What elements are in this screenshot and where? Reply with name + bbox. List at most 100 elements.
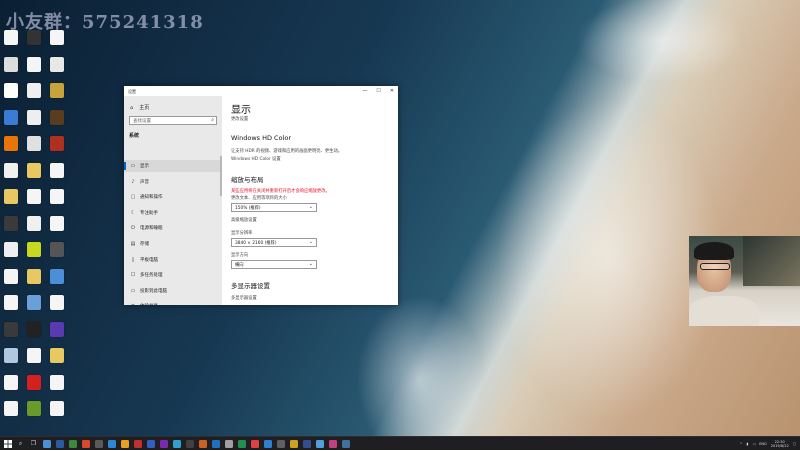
desktop-icon[interactable]	[0, 136, 22, 152]
taskbar-app-icon[interactable]	[107, 439, 116, 448]
desktop-icon[interactable]	[0, 295, 22, 311]
desktop-icon[interactable]	[23, 56, 45, 73]
taskbar-app-icon[interactable]	[68, 439, 77, 448]
notification-icon[interactable]: ▢	[793, 442, 796, 446]
desktop-icon[interactable]	[46, 295, 68, 311]
taskbar-app-icon[interactable]	[276, 439, 285, 448]
taskbar-app-icon[interactable]	[133, 439, 142, 448]
search-icon[interactable]: ⌕	[211, 117, 214, 123]
desktop-icon[interactable]	[23, 242, 45, 258]
nav-item[interactable]: ✕体验共享	[124, 300, 222, 305]
desktop-icon[interactable]	[23, 30, 45, 46]
desktop-icon[interactable]	[23, 321, 45, 338]
taskbar-app-icon[interactable]	[224, 439, 233, 448]
clock[interactable]: 22:30 2019/8/22	[771, 440, 789, 449]
desktop-icon[interactable]	[0, 189, 22, 205]
desktop-icon[interactable]	[46, 321, 68, 338]
orientation-dropdown[interactable]: 横向 ⌄	[231, 260, 317, 269]
desktop-icon[interactable]	[0, 242, 22, 258]
desktop-icon[interactable]	[46, 109, 68, 126]
close-icon[interactable]: ✕	[390, 88, 394, 94]
nav-item[interactable]: ▢ 通知和操作	[124, 191, 222, 203]
taskbar-app-icon[interactable]	[159, 439, 168, 448]
taskbar-app-icon[interactable]	[55, 439, 64, 448]
taskbar-app-icon[interactable]	[211, 439, 220, 448]
desktop-icon[interactable]	[0, 162, 22, 179]
nav-item[interactable]: ⏻ 电源和睡眠	[124, 222, 222, 234]
desktop-icon[interactable]	[46, 162, 68, 179]
resolution-dropdown[interactable]: 3840 × 2160 (推荐) ⌄	[231, 238, 317, 247]
desktop-icon[interactable]	[23, 401, 45, 417]
nav-item[interactable]: ▭ 投影到此电脑	[124, 285, 222, 297]
taskbar-app-icon[interactable]	[302, 439, 311, 448]
desktop-icon[interactable]	[46, 215, 68, 232]
nav-item[interactable]: ▤ 存储	[124, 238, 222, 250]
desktop-icon[interactable]	[46, 268, 68, 285]
nav-item[interactable]: ▭ 显示	[124, 160, 222, 172]
minimize-icon[interactable]: —	[362, 88, 367, 94]
desktop-icon[interactable]	[23, 348, 45, 364]
taskbar-app-icon[interactable]	[341, 439, 350, 448]
taskbar-app-icon[interactable]	[237, 439, 246, 448]
multi-display-link[interactable]: 多显示器设置	[231, 295, 257, 301]
desktop-icon[interactable]	[46, 189, 68, 205]
maximize-icon[interactable]: ☐	[376, 88, 380, 94]
nav-item[interactable]: ☐ 多任务处理	[124, 269, 222, 281]
search-icon[interactable]: ⌕	[16, 439, 26, 449]
task-view-icon[interactable]: ❐	[29, 439, 39, 449]
desktop-icon[interactable]	[0, 56, 22, 73]
desktop-icon[interactable]	[46, 374, 68, 391]
desktop-icon[interactable]	[23, 189, 45, 205]
desktop-icon[interactable]	[23, 83, 45, 99]
desktop-icon[interactable]	[46, 30, 68, 46]
desktop-icon[interactable]	[0, 348, 22, 364]
desktop-icon[interactable]	[46, 242, 68, 258]
change-settings-link[interactable]: 更改设置	[231, 116, 248, 122]
desktop-icon[interactable]	[0, 321, 22, 338]
desktop-icon[interactable]	[23, 215, 45, 232]
settings-search-input[interactable]: 查找设置 ⌕	[129, 116, 217, 125]
start-button[interactable]	[2, 437, 14, 451]
desktop-icon[interactable]	[46, 136, 68, 152]
desktop-icon[interactable]	[46, 401, 68, 417]
taskbar-app-icon[interactable]	[94, 439, 103, 448]
desktop-icon[interactable]	[0, 374, 22, 391]
desktop-icon[interactable]	[0, 109, 22, 126]
taskbar-app-icon[interactable]	[120, 439, 129, 448]
desktop-icon[interactable]	[46, 83, 68, 99]
scale-dropdown[interactable]: 150% (推荐) ⌄	[231, 203, 317, 212]
desktop-icon[interactable]	[0, 401, 22, 417]
taskbar-app-icon[interactable]	[42, 439, 51, 448]
taskbar-app-icon[interactable]	[263, 439, 272, 448]
chevron-up-icon[interactable]: ^	[740, 442, 743, 446]
taskbar-app-icon[interactable]	[146, 439, 155, 448]
desktop-icon[interactable]	[0, 30, 22, 46]
network-icon[interactable]: ▮	[747, 442, 749, 446]
taskbar-app-icon[interactable]	[250, 439, 259, 448]
taskbar-app-icon[interactable]	[328, 439, 337, 448]
desktop-icon[interactable]	[23, 162, 45, 179]
taskbar-app-icon[interactable]	[81, 439, 90, 448]
desktop-icon[interactable]	[0, 215, 22, 232]
desktop-icon[interactable]	[23, 136, 45, 152]
nav-item[interactable]: ▯ 平板电脑	[124, 254, 222, 266]
desktop-icon[interactable]	[0, 268, 22, 285]
taskbar-app-icon[interactable]	[172, 439, 181, 448]
nav-item[interactable]: ☾ 专注助手	[124, 207, 222, 219]
desktop-icon[interactable]	[46, 56, 68, 73]
desktop-icon[interactable]	[23, 374, 45, 391]
volume-icon[interactable]: ◁	[752, 442, 755, 446]
taskbar-app-icon[interactable]	[198, 439, 207, 448]
hdr-settings-link[interactable]: Windows HD Color 设置	[231, 156, 281, 162]
taskbar-app-icon[interactable]	[289, 439, 298, 448]
nav-item[interactable]: ♪ 声音	[124, 176, 222, 188]
taskbar-app-icon[interactable]	[185, 439, 194, 448]
desktop-icon[interactable]	[46, 348, 68, 364]
desktop-icon[interactable]	[0, 83, 22, 99]
advanced-scaling-link[interactable]: 高级缩放设置	[231, 217, 257, 223]
nav-home-link[interactable]: ⌂ 主页	[130, 104, 149, 112]
desktop-icon[interactable]	[23, 109, 45, 126]
taskbar-app-icon[interactable]	[315, 439, 324, 448]
desktop-icon[interactable]	[23, 268, 45, 285]
desktop-icon[interactable]	[23, 295, 45, 311]
